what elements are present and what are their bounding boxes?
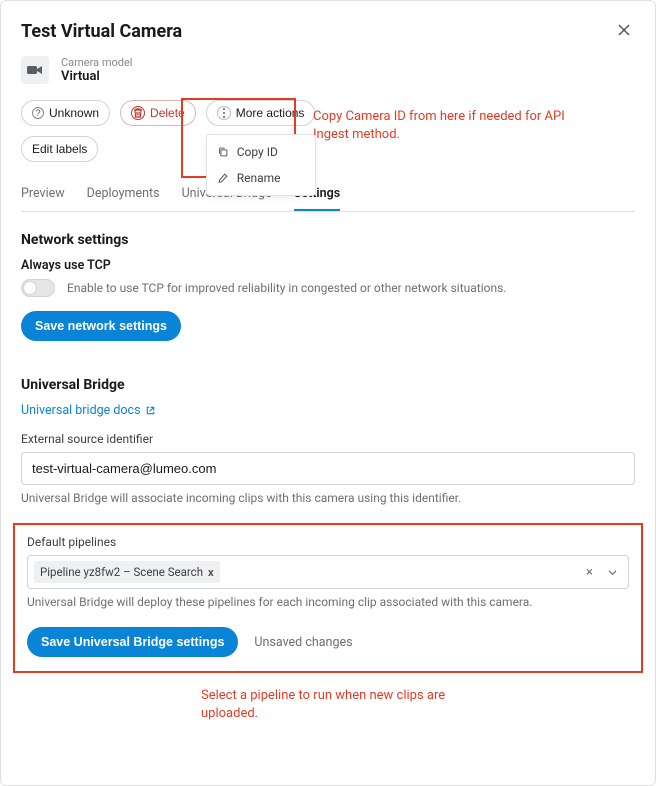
trash-icon (131, 106, 145, 120)
annotation-text-top: Copy Camera ID from here if needed for A… (313, 108, 573, 144)
save-universal-bridge-button[interactable]: Save Universal Bridge settings (27, 627, 238, 657)
camera-model-label: Camera model (61, 56, 132, 69)
tabs: PreviewDeploymentsUniversal BridgeSettin… (21, 186, 635, 212)
more-actions-dropdown: Copy ID Rename (206, 134, 316, 196)
close-button[interactable] (613, 21, 635, 42)
copy-id-item[interactable]: Copy ID (207, 139, 315, 165)
tcp-toggle[interactable] (21, 279, 55, 297)
save-network-button[interactable]: Save network settings (21, 311, 181, 341)
rename-item[interactable]: Rename (207, 165, 315, 191)
tab-deployments[interactable]: Deployments (87, 186, 160, 211)
external-id-label: External source identifier (21, 432, 635, 446)
page-title: Test Virtual Camera (21, 21, 182, 42)
unsaved-changes-label: Unsaved changes (254, 635, 352, 650)
universal-bridge-docs-link[interactable]: Universal bridge docs (21, 403, 156, 418)
delete-button[interactable]: Delete (120, 100, 196, 126)
default-pipelines-hint: Universal Bridge will deploy these pipel… (27, 595, 629, 609)
tab-preview[interactable]: Preview (21, 186, 65, 211)
chevron-down-icon[interactable] (603, 565, 622, 580)
edit-labels-button[interactable]: Edit labels (21, 136, 98, 162)
pipeline-chip-label: Pipeline yz8fw2 – Scene Search (40, 565, 203, 579)
copy-id-label: Copy ID (237, 145, 278, 159)
pipeline-chip-remove[interactable]: x (208, 566, 214, 579)
camera-icon (21, 56, 49, 84)
docs-link-label: Universal bridge docs (21, 403, 141, 418)
annotation-highlight-bottom: Default pipelines Pipeline yz8fw2 – Scen… (13, 523, 643, 673)
pencil-icon (217, 172, 229, 184)
external-link-icon (145, 405, 156, 416)
more-vertical-icon (217, 106, 231, 120)
delete-label: Delete (150, 106, 185, 120)
rename-label: Rename (237, 171, 281, 185)
question-icon: ? (32, 107, 44, 119)
tcp-label: Always use TCP (21, 258, 635, 273)
copy-icon (217, 146, 229, 158)
edit-labels-label: Edit labels (32, 142, 87, 156)
unknown-label: Unknown (49, 106, 99, 120)
universal-bridge-heading: Universal Bridge (21, 377, 635, 393)
unknown-button[interactable]: ? Unknown (21, 100, 110, 126)
external-id-hint: Universal Bridge will associate incoming… (21, 491, 635, 505)
network-settings-heading: Network settings (21, 232, 635, 248)
camera-model-value: Virtual (61, 69, 132, 84)
annotation-text-bottom: Select a pipeline to run when new clips … (201, 687, 461, 723)
default-pipelines-select[interactable]: Pipeline yz8fw2 – Scene Search x × (27, 555, 629, 589)
pipeline-chip: Pipeline yz8fw2 – Scene Search x (34, 561, 220, 583)
more-actions-label: More actions (236, 106, 305, 120)
close-icon (617, 23, 631, 37)
default-pipelines-label: Default pipelines (27, 535, 629, 549)
tcp-help-text: Enable to use TCP for improved reliabili… (67, 281, 506, 295)
external-id-input[interactable] (21, 452, 635, 485)
clear-pipelines-button[interactable]: × (582, 565, 597, 580)
more-actions-button[interactable]: More actions (206, 100, 316, 126)
